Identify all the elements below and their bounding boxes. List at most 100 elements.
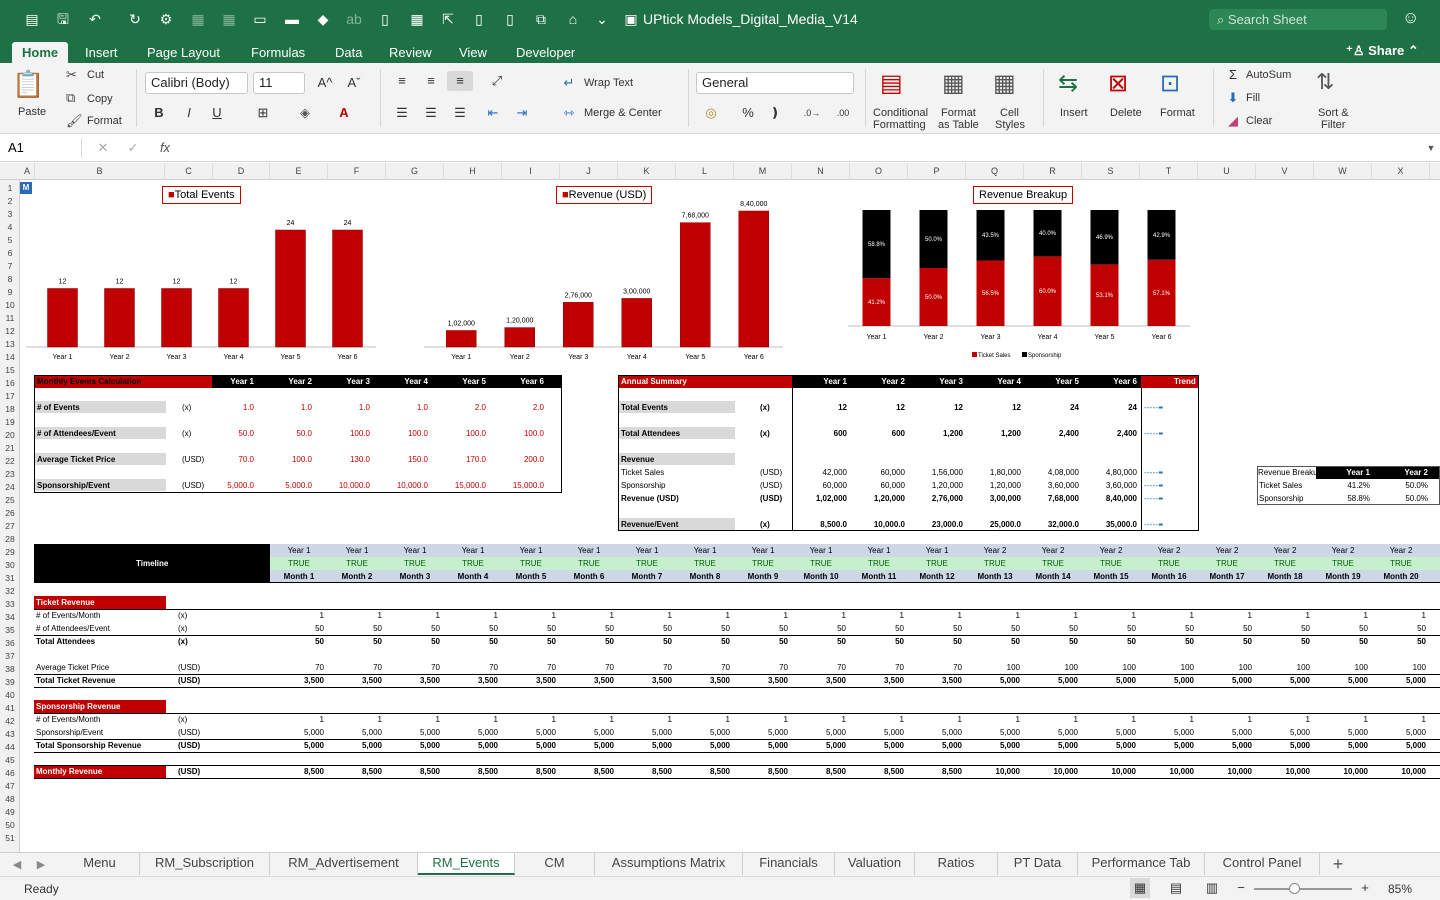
row-header[interactable]: 42 xyxy=(0,715,20,728)
cut-button[interactable]: Cut xyxy=(87,69,104,81)
column-header[interactable]: O xyxy=(850,163,908,180)
chevron-down-icon[interactable]: ⌄ xyxy=(592,9,612,29)
home-icon[interactable]: ⌂ xyxy=(563,9,583,29)
zoom-slider[interactable] xyxy=(1254,888,1352,890)
folder-icon[interactable]: ▬ xyxy=(282,9,302,29)
align-left-icon[interactable]: ☰ xyxy=(391,103,413,123)
format-cells-icon[interactable]: ⊡ xyxy=(1160,69,1180,98)
fill-icon[interactable]: ⬇ xyxy=(1225,88,1241,108)
italic-button[interactable]: I xyxy=(178,103,200,123)
format-painter-button[interactable]: Format xyxy=(87,115,122,127)
phone-icon[interactable]: ▯ xyxy=(469,9,489,29)
align-top-icon[interactable]: ≡ xyxy=(391,71,413,91)
zoom-level[interactable]: 85% xyxy=(1388,883,1412,895)
conditional-formatting-icon[interactable]: ▤ xyxy=(880,69,903,98)
row-header[interactable]: 29 xyxy=(0,546,20,559)
cancel-icon[interactable]: ✕ xyxy=(94,138,112,158)
sidebar-icon[interactable]: ▤ xyxy=(22,9,42,29)
column-header[interactable]: U xyxy=(1198,163,1256,180)
paste-label[interactable]: Paste xyxy=(18,106,46,118)
column-header[interactable]: K xyxy=(618,163,676,180)
tab-home[interactable]: Home xyxy=(12,42,69,63)
tab-formulas[interactable]: Formulas xyxy=(241,42,315,63)
expand-icon[interactable]: ▼ xyxy=(1424,138,1438,158)
align-middle-icon[interactable]: ≡ xyxy=(420,71,442,91)
row-header[interactable]: 24 xyxy=(0,481,20,494)
redo-icon[interactable]: ↻ xyxy=(125,9,145,29)
column-header[interactable]: G xyxy=(386,163,444,180)
column-header[interactable]: S xyxy=(1082,163,1140,180)
confirm-icon[interactable]: ✓ xyxy=(124,138,142,158)
column-header[interactable]: X xyxy=(1372,163,1430,180)
sheet-tab[interactable]: CM xyxy=(515,853,595,875)
row-header[interactable]: 7 xyxy=(0,260,20,273)
formula-input[interactable] xyxy=(184,137,1424,159)
tab-insert[interactable]: Insert xyxy=(75,42,128,63)
sheet-tab[interactable]: RM_Subscription xyxy=(140,853,270,875)
name-box[interactable]: A1 xyxy=(4,139,82,157)
row-header[interactable]: 30 xyxy=(0,559,20,572)
cell-styles-label2[interactable]: Styles xyxy=(995,119,1025,131)
row-header[interactable]: 5 xyxy=(0,234,20,247)
sheet-tab[interactable]: Valuation xyxy=(835,853,915,875)
row-header[interactable]: 20 xyxy=(0,429,20,442)
qa-icon-1[interactable]: ▦ xyxy=(188,9,208,29)
wrap-text-icon[interactable]: ↵ xyxy=(560,73,578,93)
search-input[interactable]: ⌕ Search Sheet xyxy=(1209,9,1387,30)
tab-review[interactable]: Review xyxy=(379,42,442,63)
autosum-button[interactable]: AutoSum xyxy=(1246,69,1291,81)
column-header[interactable]: B xyxy=(35,163,165,180)
delete-cells-icon[interactable]: ⊠ xyxy=(1108,69,1128,98)
add-sheet-icon[interactable]: + xyxy=(1328,854,1348,874)
grid-icon[interactable]: ▦ xyxy=(407,9,427,29)
sort-filter-icon[interactable]: ⇅ xyxy=(1316,69,1334,95)
tab-developer[interactable]: Developer xyxy=(506,42,585,63)
row-header[interactable]: 6 xyxy=(0,247,20,260)
page-layout-view-icon[interactable]: ▤ xyxy=(1166,878,1186,898)
sheet-tab[interactable]: Menu xyxy=(60,853,140,875)
column-header[interactable]: E xyxy=(270,163,328,180)
sheet-tab[interactable]: Control Panel xyxy=(1205,853,1320,875)
share-icon[interactable]: ⇱ xyxy=(438,9,458,29)
doc-icon[interactable]: ▯ xyxy=(375,9,395,29)
fill-button[interactable]: Fill xyxy=(1246,92,1260,104)
tab-data[interactable]: Data xyxy=(325,42,372,63)
column-header[interactable]: M xyxy=(734,163,792,180)
merge-icon[interactable]: ⇿ xyxy=(560,103,578,123)
pages-icon[interactable]: ⧉ xyxy=(531,9,551,29)
column-header[interactable]: T xyxy=(1140,163,1198,180)
column-header[interactable]: P xyxy=(908,163,966,180)
format-button[interactable]: Format xyxy=(1160,107,1195,119)
row-header[interactable]: 33 xyxy=(0,598,20,611)
column-header[interactable]: J xyxy=(560,163,618,180)
conditional-formatting-label2[interactable]: Formatting xyxy=(873,119,926,131)
row-header[interactable]: 23 xyxy=(0,468,20,481)
underline-button[interactable]: U xyxy=(206,103,228,123)
column-header[interactable]: L xyxy=(676,163,734,180)
row-header[interactable]: 45 xyxy=(0,754,20,767)
row-header[interactable]: 12 xyxy=(0,325,20,338)
normal-view-icon[interactable]: ▦ xyxy=(1130,878,1150,898)
sheet-tab[interactable]: RM_Events xyxy=(418,853,515,875)
decrease-font-icon[interactable]: Aˇ xyxy=(341,73,367,93)
shapes-icon[interactable]: ◆ xyxy=(313,9,333,29)
column-header[interactable]: N xyxy=(792,163,850,180)
sheet-tab[interactable]: Ratios xyxy=(915,853,998,875)
row-header[interactable]: 47 xyxy=(0,780,20,793)
wrap-text-button[interactable]: Wrap Text xyxy=(584,77,633,89)
sort-filter-label2[interactable]: Filter xyxy=(1321,119,1345,131)
align-right-icon[interactable]: ☰ xyxy=(449,103,471,123)
column-header[interactable]: F xyxy=(328,163,386,180)
row-header[interactable]: 35 xyxy=(0,624,20,637)
sheet-tab[interactable]: Performance Tab xyxy=(1078,853,1205,875)
decrease-decimal-icon[interactable]: .00 xyxy=(830,103,856,123)
increase-font-icon[interactable]: A^ xyxy=(312,73,338,93)
row-header[interactable]: 51 xyxy=(0,832,20,845)
orientation-icon[interactable]: ⤢ xyxy=(482,71,512,91)
qa-icon-3[interactable]: ▭ xyxy=(250,9,270,29)
macro-icon[interactable]: ⚙ xyxy=(156,9,176,29)
undo-icon[interactable]: ↶ xyxy=(85,9,105,29)
zoom-out-icon[interactable]: − xyxy=(1234,878,1248,898)
row-header[interactable]: 38 xyxy=(0,663,20,676)
row-header[interactable]: 9 xyxy=(0,286,20,299)
